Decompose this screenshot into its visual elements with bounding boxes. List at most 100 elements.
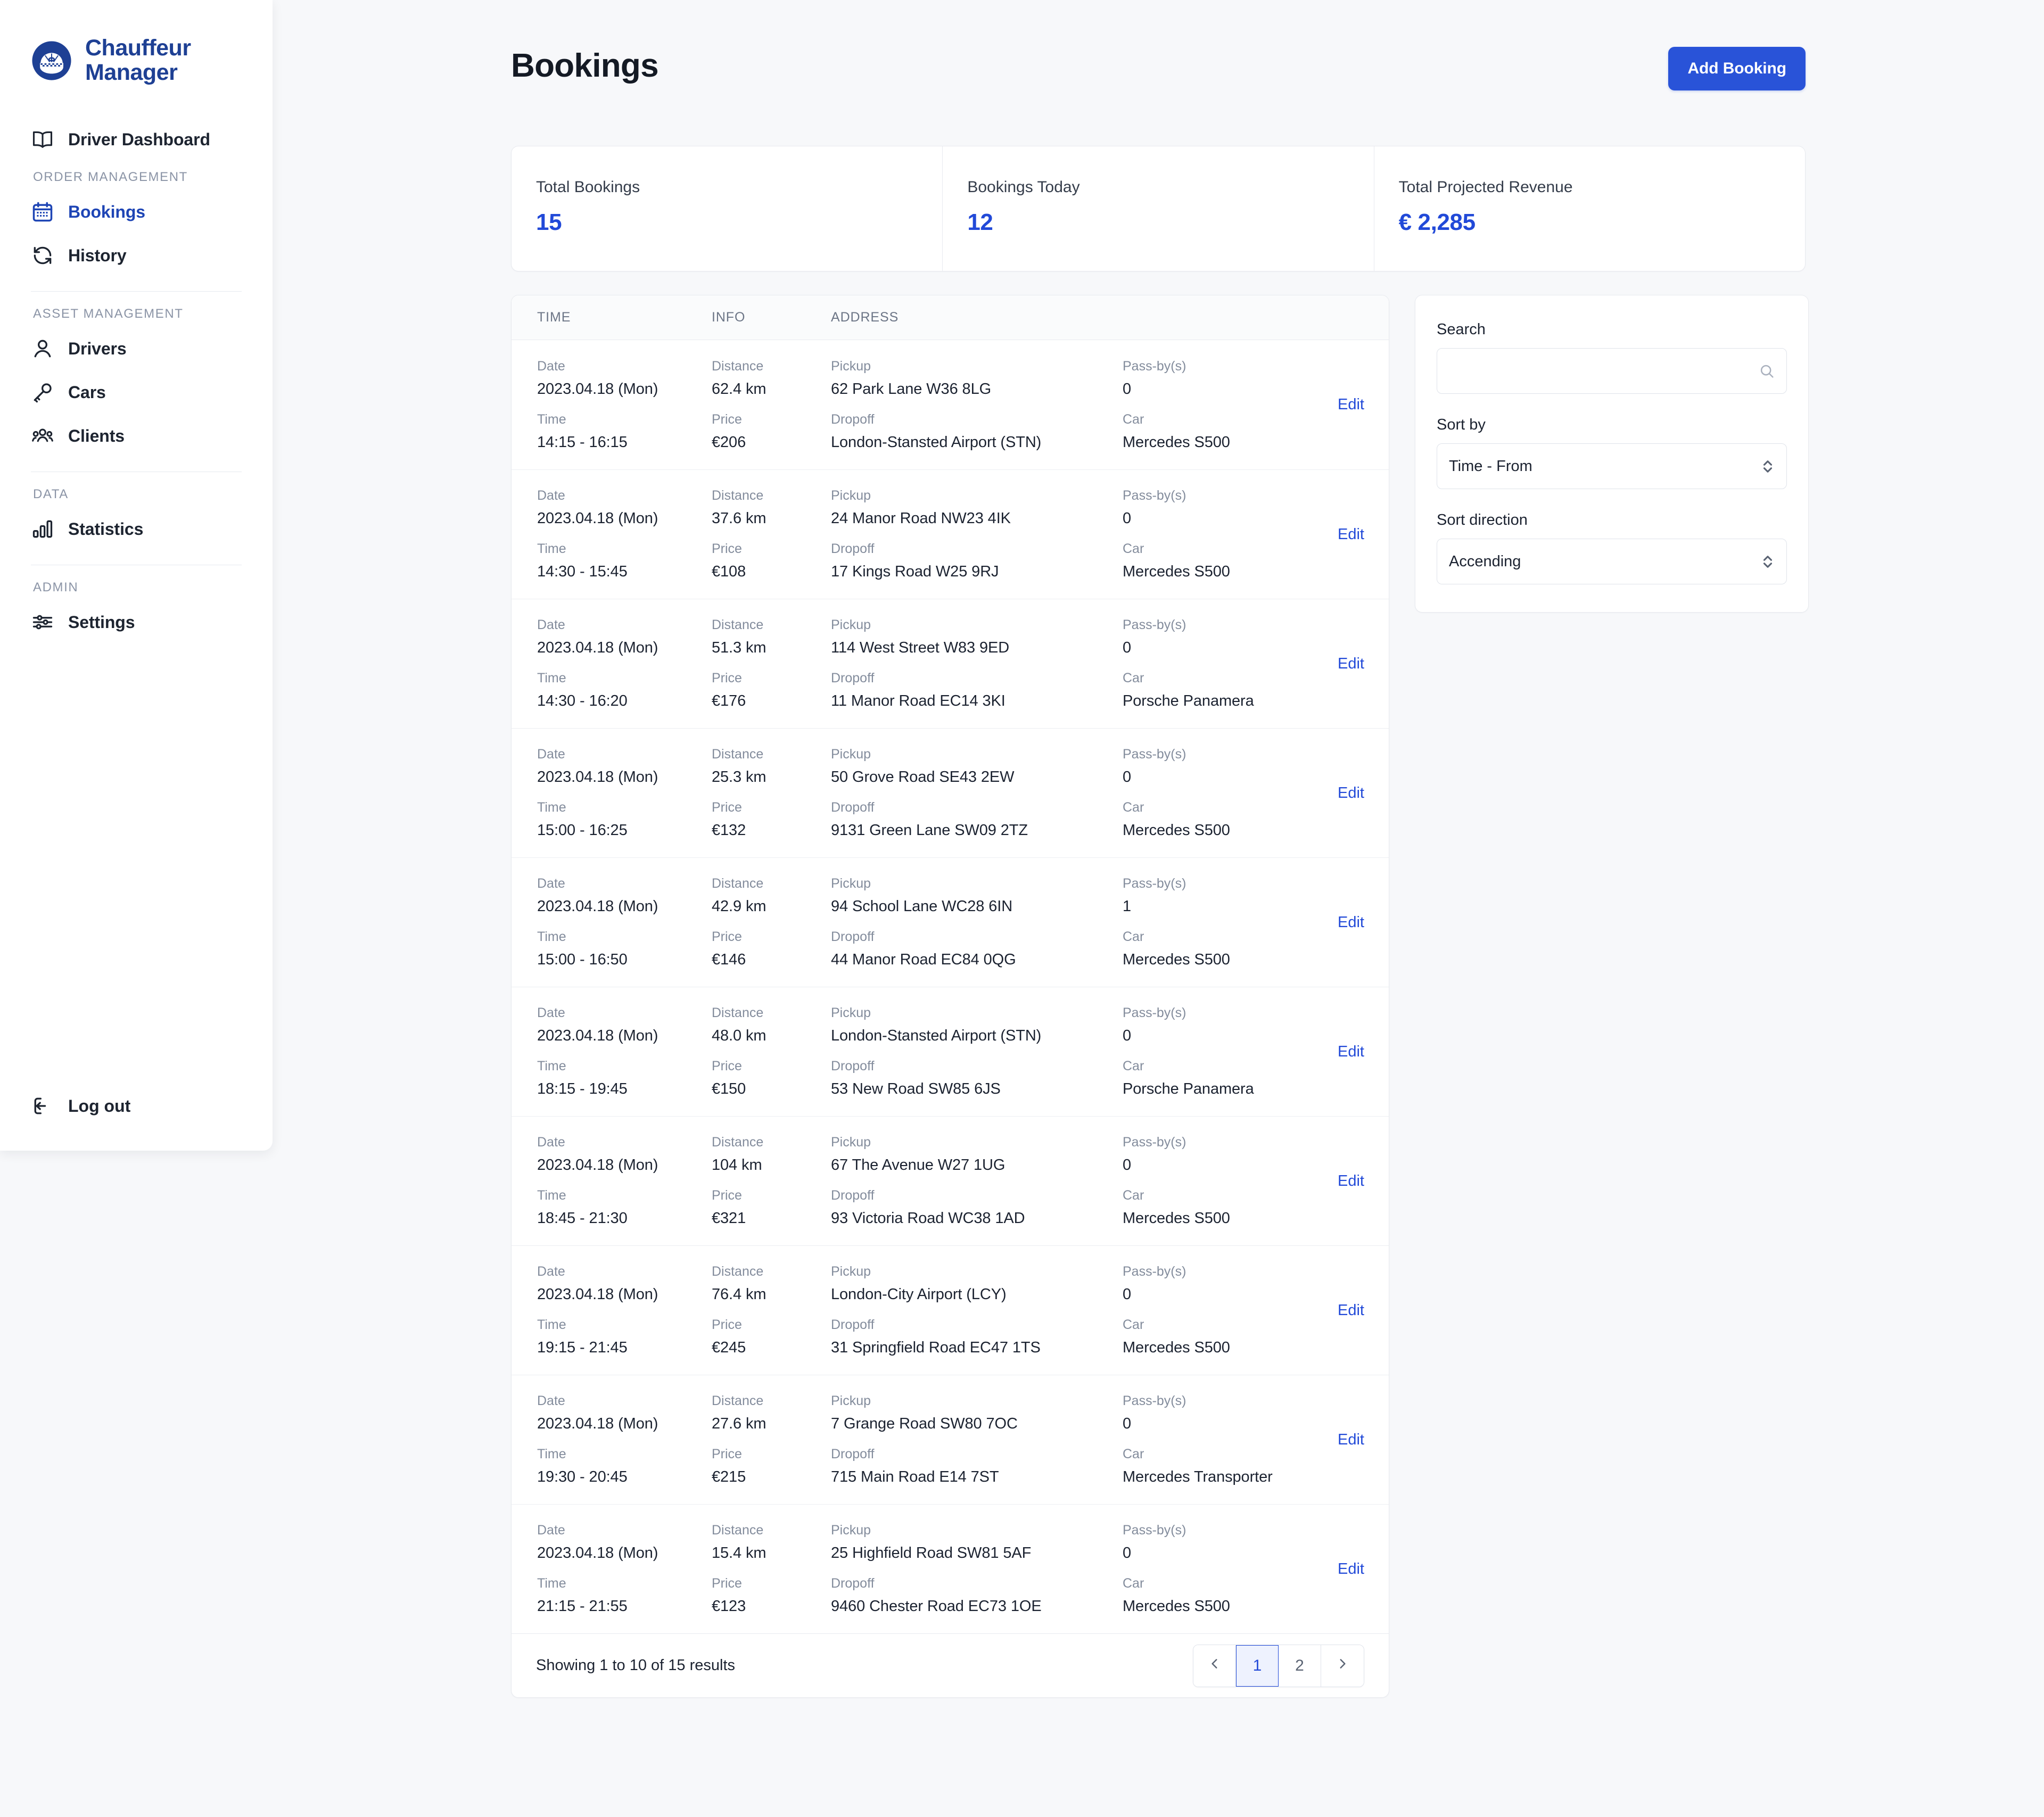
- field-value-car: Mercedes S500: [1123, 433, 1230, 451]
- sort-direction-value: Accending: [1449, 552, 1521, 570]
- field-label-car: Car: [1123, 1447, 1144, 1461]
- edit-link[interactable]: Edit: [1338, 1172, 1364, 1190]
- pagination-next-button[interactable]: [1321, 1645, 1364, 1687]
- field-label-price: Price: [712, 800, 742, 815]
- field-label-distance: Distance: [712, 488, 764, 503]
- field-value-passby: 1: [1123, 898, 1132, 915]
- table-row: Date 2023.04.18 (Mon) Time 18:15 - 19:45 Dis…: [512, 987, 1389, 1116]
- field-value-dropoff: 31 Springfield Road EC47 1TS: [831, 1339, 1041, 1356]
- cell-time: Date 2023.04.18 (Mon) Time 14:30 - 15:45: [537, 488, 712, 581]
- pagination-page-2[interactable]: 2: [1279, 1645, 1321, 1687]
- field-label-distance: Distance: [712, 747, 764, 762]
- cell-address: Pickup 67 The Avenue W27 1UG Dropoff 93 Vic…: [831, 1135, 1123, 1227]
- sidebar-item-driver-dashboard[interactable]: Driver Dashboard: [31, 118, 242, 161]
- field-value-date: 2023.04.18 (Mon): [537, 1027, 658, 1044]
- field-value-pickup: 24 Manor Road NW23 4IK: [831, 510, 1011, 527]
- edit-link[interactable]: Edit: [1338, 526, 1364, 543]
- field-label-price: Price: [712, 541, 742, 556]
- cell-passenger-car: Pass-by(s) 0 Car Mercedes S500: [1123, 1523, 1309, 1615]
- pagination-page-1[interactable]: 1: [1236, 1645, 1279, 1687]
- nav-section-asset-management: ASSET MANAGEMENT: [33, 307, 184, 321]
- field-value-distance: 51.3 km: [712, 639, 767, 656]
- sort-direction-label: Sort direction: [1437, 511, 1528, 528]
- field-value-time: 15:00 - 16:25: [537, 822, 628, 839]
- sidebar-nav: Driver Dashboard ORDER MANAGEMENT Bookin…: [31, 118, 242, 644]
- edit-link[interactable]: Edit: [1338, 1043, 1364, 1061]
- search-label: Search: [1437, 321, 1486, 338]
- row-actions: Edit: [1309, 1043, 1389, 1061]
- edit-link[interactable]: Edit: [1338, 1431, 1364, 1449]
- brand: Chauffeur Manager: [31, 0, 242, 85]
- field-value-distance: 15.4 km: [712, 1545, 767, 1562]
- filters-panel: Search Sort by Time - From Sort directio…: [1415, 295, 1809, 613]
- cell-time: Date 2023.04.18 (Mon) Time 15:00 - 16:25: [537, 747, 712, 839]
- field-label-price: Price: [712, 1059, 742, 1073]
- field-label-pickup: Pickup: [831, 1264, 871, 1279]
- edit-link[interactable]: Edit: [1338, 655, 1364, 673]
- field-value-date: 2023.04.18 (Mon): [537, 639, 658, 656]
- cell-passenger-car: Pass-by(s) 0 Car Mercedes S500: [1123, 747, 1309, 839]
- nav-section-data: DATA: [33, 487, 69, 502]
- field-value-dropoff: London-Stansted Airport (STN): [831, 433, 1042, 451]
- field-value-price: €123: [712, 1598, 746, 1615]
- field-label-pickup: Pickup: [831, 1523, 871, 1538]
- search-input[interactable]: [1437, 348, 1787, 394]
- edit-link[interactable]: Edit: [1338, 396, 1364, 414]
- add-booking-button[interactable]: Add Booking: [1668, 47, 1806, 90]
- edit-link[interactable]: Edit: [1338, 914, 1364, 931]
- cell-passenger-car: Pass-by(s) 0 Car Mercedes S500: [1123, 1135, 1309, 1227]
- field-label-price: Price: [712, 671, 742, 685]
- field-value-passby: 0: [1123, 769, 1132, 786]
- field-value-distance: 62.4 km: [712, 380, 767, 398]
- field-value-car: Mercedes S500: [1123, 1339, 1230, 1356]
- sidebar-item-clients[interactable]: Clients: [31, 414, 242, 458]
- logout-label: Log out: [68, 1096, 131, 1116]
- field-value-price: €146: [712, 951, 746, 968]
- field-value-distance: 42.9 km: [712, 898, 767, 915]
- sidebar-item-label: History: [68, 245, 127, 265]
- field-value-car: Mercedes Transporter: [1123, 1468, 1273, 1485]
- page-title: Bookings: [511, 47, 659, 84]
- sidebar-item-drivers[interactable]: Drivers: [31, 327, 242, 370]
- cell-address: Pickup 24 Manor Road NW23 4IK Dropoff 17 Ki…: [831, 488, 1123, 581]
- edit-link[interactable]: Edit: [1338, 1560, 1364, 1578]
- stat-card-total-projected-revenue: Total Projected Revenue € 2,285: [1373, 146, 1805, 271]
- field-label-dropoff: Dropoff: [831, 1447, 875, 1461]
- sidebar-item-statistics[interactable]: Statistics: [31, 507, 242, 551]
- sidebar-item-bookings[interactable]: Bookings: [31, 190, 242, 234]
- sort-direction-select[interactable]: Accending: [1437, 539, 1787, 584]
- sidebar-item-cars[interactable]: Cars: [31, 370, 242, 414]
- sort-by-select[interactable]: Time - From: [1437, 443, 1787, 489]
- sidebar-item-label: Driver Dashboard: [68, 129, 210, 149]
- field-value-passby: 0: [1123, 1286, 1132, 1303]
- edit-link[interactable]: Edit: [1338, 1302, 1364, 1319]
- edit-link[interactable]: Edit: [1338, 784, 1364, 802]
- field-value-car: Mercedes S500: [1123, 1210, 1230, 1227]
- field-value-distance: 104 km: [712, 1157, 762, 1174]
- field-label-pickup: Pickup: [831, 488, 871, 503]
- stat-card-total-bookings: Total Bookings 15: [512, 146, 942, 271]
- field-value-dropoff: 9460 Chester Road EC73 1OE: [831, 1598, 1042, 1615]
- cell-passenger-car: Pass-by(s) 0 Car Mercedes S500: [1123, 1264, 1309, 1357]
- field-label-car: Car: [1123, 929, 1144, 944]
- table-row: Date 2023.04.18 (Mon) Time 19:15 - 21:45 Dis…: [512, 1245, 1389, 1375]
- cell-passenger-car: Pass-by(s) 0 Car Mercedes Transporter: [1123, 1393, 1309, 1486]
- field-label-passby: Pass-by(s): [1123, 1523, 1186, 1538]
- field-label-car: Car: [1123, 1317, 1144, 1332]
- field-value-date: 2023.04.18 (Mon): [537, 380, 658, 398]
- key-icon: [31, 381, 54, 404]
- logout-button[interactable]: Log out: [31, 1094, 130, 1118]
- sidebar-item-history[interactable]: History: [31, 234, 242, 277]
- field-value-price: €150: [712, 1080, 746, 1097]
- sidebar-item-settings[interactable]: Settings: [31, 600, 242, 644]
- refresh-cycle-icon: [31, 244, 54, 267]
- field-value-dropoff: 11 Manor Road EC14 3KI: [831, 692, 1005, 709]
- sidebar-item-label: Cars: [68, 382, 106, 402]
- field-value-date: 2023.04.18 (Mon): [537, 510, 658, 527]
- field-value-car: Mercedes S500: [1123, 822, 1230, 839]
- pagination-prev-button[interactable]: [1193, 1645, 1236, 1687]
- field-label-dropoff: Dropoff: [831, 800, 875, 815]
- field-label-dropoff: Dropoff: [831, 671, 875, 685]
- field-label-dropoff: Dropoff: [831, 411, 875, 427]
